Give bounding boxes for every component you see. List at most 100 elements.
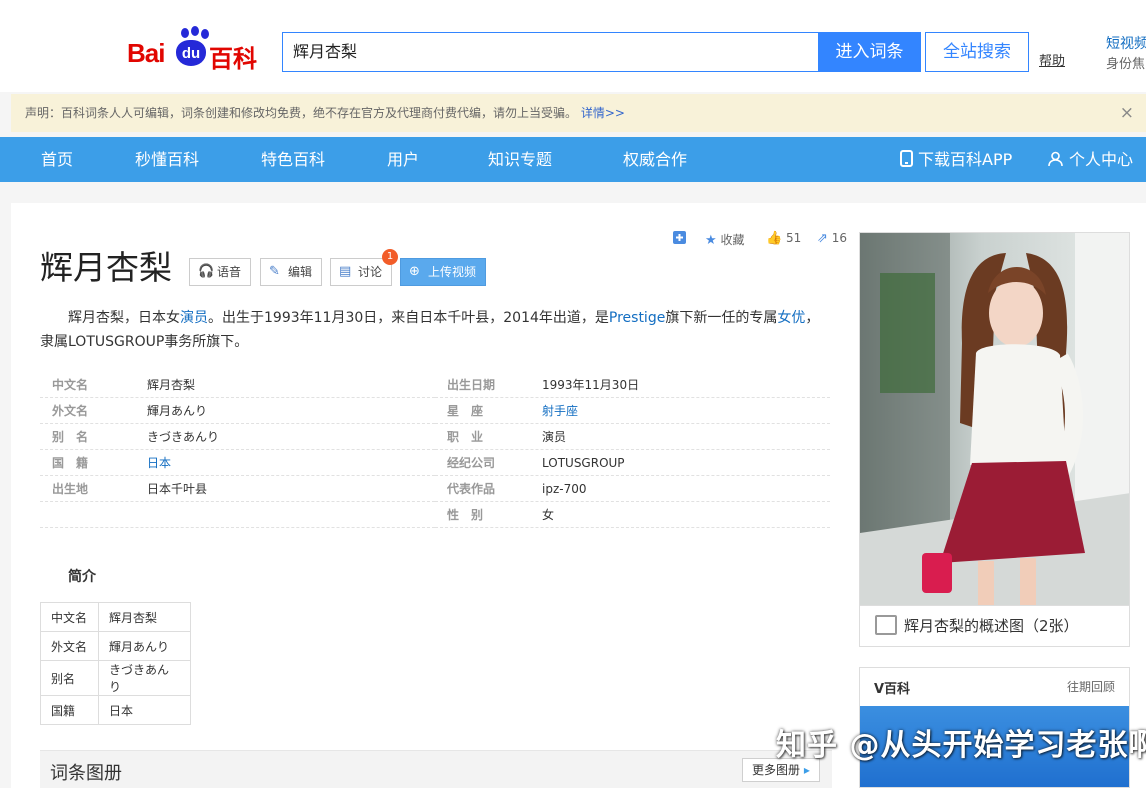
logo-paw-dot bbox=[191, 26, 199, 36]
info-value: きづきあんり bbox=[147, 430, 220, 444]
info-value: 日本千叶县 bbox=[147, 482, 208, 496]
short-video-link[interactable]: 短视频 bbox=[1106, 33, 1146, 53]
discuss-label: 讨论 bbox=[358, 265, 383, 279]
short-video-subtext: 身份焦 bbox=[1106, 57, 1146, 72]
voice-label: 语音 bbox=[217, 265, 242, 279]
help-link[interactable]: 帮助 bbox=[1039, 50, 1065, 69]
summary-link-av-actress[interactable]: 女优 bbox=[777, 310, 805, 326]
like-button[interactable]: 👍 51 bbox=[766, 231, 801, 246]
info-key: 国 籍 bbox=[52, 456, 89, 470]
album-section: 词条图册 更多图册 ▸ bbox=[40, 750, 832, 788]
pencil-icon: ✎ bbox=[269, 264, 280, 279]
logo-paw-dot bbox=[201, 29, 209, 39]
share-count: 16 bbox=[831, 231, 848, 245]
info-key: 经纪公司 bbox=[447, 456, 496, 470]
logo-text-du: du bbox=[176, 40, 206, 66]
personal-center-label: 个人中心 bbox=[1069, 150, 1134, 169]
info-key: 星 座 bbox=[447, 404, 484, 418]
user-icon bbox=[1048, 151, 1063, 167]
logo-text-bai: Bai bbox=[127, 38, 165, 68]
info-value-link[interactable]: 日本 bbox=[147, 450, 171, 476]
v-baike-title: V百科 bbox=[874, 682, 911, 697]
watermark-text: 知乎 @从头开始学习老张啊 bbox=[776, 728, 1146, 763]
info-value: LOTUSGROUP bbox=[542, 456, 625, 470]
info-row: 出生地 日本千叶县 bbox=[40, 476, 435, 502]
table-key: 国籍 bbox=[40, 695, 99, 725]
info-key: 中文名 bbox=[52, 378, 89, 392]
table-key: 外文名 bbox=[40, 631, 99, 661]
info-key: 出生日期 bbox=[447, 378, 496, 392]
info-key: 外文名 bbox=[52, 404, 89, 418]
nav-item-featured[interactable]: 特色百科 bbox=[261, 137, 325, 182]
entry-title: 辉月杏梨 bbox=[40, 248, 172, 287]
nav-item-topics[interactable]: 知识专题 bbox=[488, 137, 552, 182]
intro-section-title: 简介 bbox=[68, 569, 96, 585]
person-photo-image bbox=[860, 233, 1129, 605]
info-value: 女 bbox=[542, 508, 555, 522]
close-icon[interactable]: × bbox=[1120, 94, 1134, 132]
info-key: 性 别 bbox=[447, 508, 484, 522]
favorite-label: 收藏 bbox=[720, 233, 745, 247]
info-row: 职 业 演员 bbox=[435, 424, 830, 450]
notice-bar: 声明：百科词条人人可编辑，词条创建和修改均免费，绝不存在官方及代理商付费代编，请… bbox=[11, 94, 1146, 132]
logo-paw-dot bbox=[181, 28, 189, 38]
nav-personal-center[interactable]: 个人中心 bbox=[1048, 137, 1133, 182]
info-row: 外文名 輝月あんり bbox=[40, 398, 435, 424]
info-value: 輝月あんり bbox=[147, 404, 208, 418]
summary-link-actor[interactable]: 演员 bbox=[180, 310, 208, 326]
nav-item-home[interactable]: 首页 bbox=[41, 137, 73, 182]
voice-button[interactable]: 🎧 语音 bbox=[189, 258, 252, 286]
more-albums-label: 更多图册 bbox=[752, 763, 801, 777]
nav-app-download[interactable]: 下载百科APP bbox=[900, 137, 1012, 182]
info-value: 1993年11月30日 bbox=[542, 378, 640, 392]
table-key: 中文名 bbox=[40, 602, 99, 632]
info-row: 代表作品 ipz-700 bbox=[435, 476, 830, 502]
edit-button[interactable]: ✎ 编辑 bbox=[260, 258, 323, 286]
enter-entry-button[interactable]: 进入词条 bbox=[818, 32, 921, 72]
info-value-link[interactable]: 射手座 bbox=[542, 398, 578, 424]
search-input[interactable]: 辉月杏梨 bbox=[282, 32, 819, 72]
table-key: 别名 bbox=[40, 660, 99, 696]
info-key: 别 名 bbox=[52, 430, 89, 444]
upload-video-label: 上传视频 bbox=[428, 265, 477, 279]
baidu-baike-logo[interactable]: Bai du 百科 bbox=[127, 26, 267, 73]
info-row-empty bbox=[40, 502, 435, 528]
discuss-badge: 1 bbox=[382, 249, 398, 265]
discuss-button[interactable]: ▤ 讨论 bbox=[330, 258, 393, 286]
notice-detail-link[interactable]: 详情>> bbox=[581, 106, 625, 120]
summary-text: 旗下新一任的专属 bbox=[665, 310, 778, 326]
photo-caption-text: 辉月杏梨的概述图（2张） bbox=[904, 617, 1079, 635]
main-nav: 首页 秒懂百科 特色百科 用户 知识专题 权威合作 下载百科APP 个人中心 bbox=[0, 137, 1146, 182]
info-key: 代表作品 bbox=[447, 482, 496, 496]
table-value: 輝月あんり bbox=[98, 631, 191, 661]
summary-photo[interactable] bbox=[859, 232, 1130, 606]
info-row: 星 座 射手座 bbox=[435, 398, 830, 424]
phone-icon bbox=[900, 150, 913, 167]
info-row: 经纪公司 LOTUSGROUP bbox=[435, 450, 830, 476]
table-value: 辉月杏梨 bbox=[98, 602, 191, 632]
upload-video-button[interactable]: ⊕ 上传视频 bbox=[400, 258, 487, 286]
favorite-button[interactable]: ★ 收藏 bbox=[705, 231, 745, 248]
logo-text-baike: 百科 bbox=[209, 45, 257, 73]
search-all-button[interactable]: 全站搜索 bbox=[925, 32, 1029, 72]
like-count: 51 bbox=[786, 231, 802, 245]
share-icon: ⇗ bbox=[817, 231, 828, 246]
nav-item-users[interactable]: 用户 bbox=[387, 137, 419, 182]
table-value: きづきあんり bbox=[98, 660, 191, 696]
headphones-icon: 🎧 bbox=[198, 264, 215, 279]
info-value: 辉月杏梨 bbox=[147, 378, 196, 392]
info-key: 出生地 bbox=[52, 482, 89, 496]
photo-caption[interactable]: 辉月杏梨的概述图（2张） bbox=[859, 606, 1130, 647]
nav-item-miaodong[interactable]: 秒懂百科 bbox=[135, 137, 199, 182]
info-value: ipz-700 bbox=[542, 482, 587, 496]
share-button[interactable]: ⇗ 16 bbox=[817, 231, 847, 246]
nav-item-cooperation[interactable]: 权威合作 bbox=[623, 137, 687, 182]
top-header: Bai du 百科 辉月杏梨 进入词条 全站搜索 帮助 短视频 身份焦 bbox=[0, 0, 1146, 92]
table-row: 别名 きづきあんり bbox=[40, 660, 191, 696]
summary-link-prestige[interactable]: Prestige bbox=[609, 310, 665, 326]
add-icon[interactable] bbox=[673, 231, 686, 247]
notice-text: 声明：百科词条人人可编辑，词条创建和修改均免费，绝不存在官方及代理商付费代编，请… bbox=[25, 106, 578, 120]
intro-table: 中文名 辉月杏梨 外文名 輝月あんり 别名 きづきあんり 国籍 日本 bbox=[40, 602, 191, 725]
summary-text: 。出生于1993年11月30日，来自日本千叶县，2014年出道，是 bbox=[208, 310, 609, 326]
v-baike-archive-link[interactable]: 往期回顾 bbox=[1067, 678, 1115, 695]
